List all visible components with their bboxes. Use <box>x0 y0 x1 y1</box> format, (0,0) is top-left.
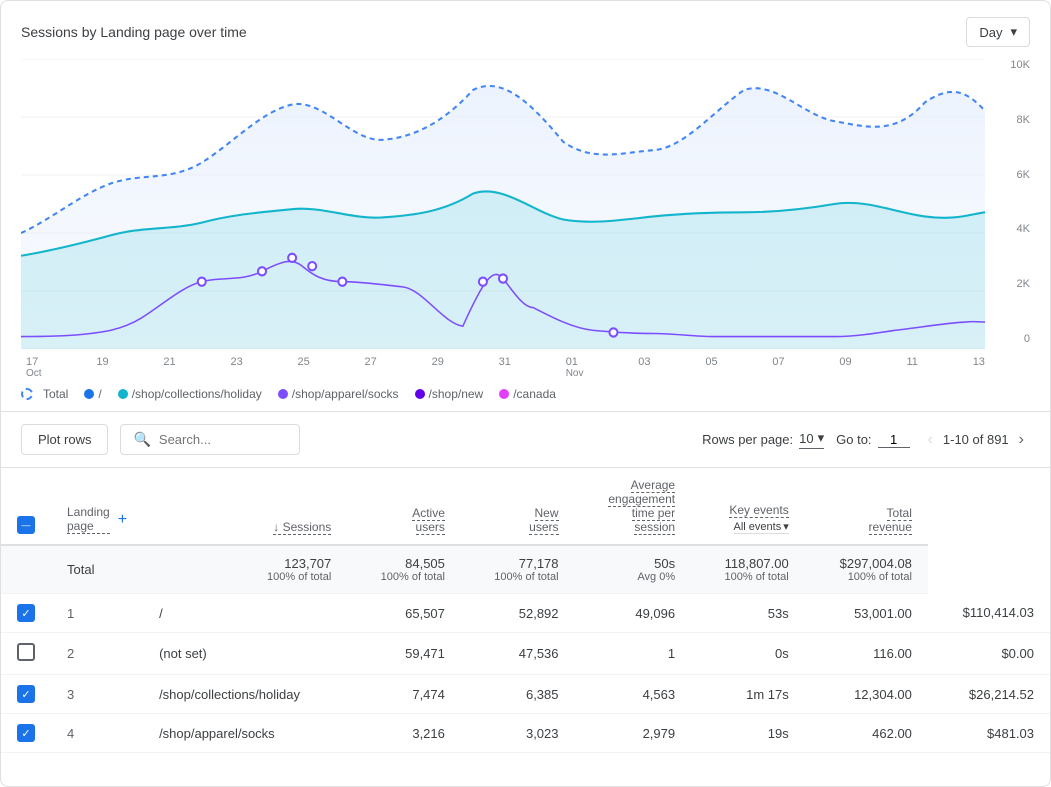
select-all-header[interactable] <box>1 468 51 545</box>
plot-rows-button[interactable]: Plot rows <box>21 424 108 455</box>
col-header-landing-page: Landing page + <box>51 468 143 545</box>
row-key-events: 462.00 <box>805 714 928 753</box>
col-header-new-users[interactable]: Newusers <box>461 468 575 545</box>
total-new-users: 77,178 100% of total <box>461 545 575 594</box>
row-key-events: 12,304.00 <box>805 675 928 714</box>
total-active-users: 84,505 100% of total <box>347 545 461 594</box>
row-total-revenue: $26,214.52 <box>928 675 1050 714</box>
chevron-down-icon: ▾ <box>783 520 789 533</box>
row-total-revenue: $110,414.03 <box>928 594 1050 633</box>
search-box[interactable]: 🔍 <box>120 424 300 455</box>
row-landing-page: /shop/collections/holiday <box>143 675 347 714</box>
row-new-users: 2,979 <box>575 714 692 753</box>
legend-new: /shop/new <box>415 387 484 401</box>
table-row: 2 (not set) 59,471 47,536 1 0s 116.00 $0… <box>1 633 1050 675</box>
row-new-users: 4,563 <box>575 675 692 714</box>
legend-total: Total <box>21 387 68 401</box>
col-header-key-events[interactable]: Key events All events ▾ <box>691 468 805 545</box>
table-row: 1 / 65,507 52,892 49,096 53s 53,001.00 $… <box>1 594 1050 633</box>
legend-canada: /canada <box>499 387 556 401</box>
legend-slash: / <box>84 387 101 401</box>
rows-per-page-select[interactable]: 10 ▾ <box>799 430 824 449</box>
col-header-active-users[interactable]: Activeusers <box>347 468 461 545</box>
row-avg-engagement: 0s <box>691 633 805 675</box>
row-key-events: 116.00 <box>805 633 928 675</box>
row-avg-engagement: 1m 17s <box>691 675 805 714</box>
row-total-revenue: $0.00 <box>928 633 1050 675</box>
table-row: 3 /shop/collections/holiday 7,474 6,385 … <box>1 675 1050 714</box>
page-info: 1-10 of 891 <box>943 432 1009 447</box>
row-new-users: 1 <box>575 633 692 675</box>
row-checkbox[interactable] <box>1 675 51 714</box>
search-icon: 🔍 <box>133 431 150 448</box>
x-axis-labels: 17Oct 19 21 23 25 27 29 31 01Nov 03 05 0… <box>21 356 985 379</box>
row-landing-page: /shop/apparel/socks <box>143 714 347 753</box>
row-avg-engagement: 53s <box>691 594 805 633</box>
total-row: Total 123,707 100% of total 84,505 100% … <box>1 545 1050 594</box>
row-num: 4 <box>51 714 143 753</box>
prev-page-button[interactable]: ‹ <box>922 429 939 451</box>
chart-legend: Total / /shop/collections/holiday /shop/… <box>21 387 1030 401</box>
row-checkbox[interactable] <box>1 714 51 753</box>
pagination-controls: Rows per page: 10 ▾ Go to: ‹ 1-10 of 891… <box>702 429 1030 451</box>
goto-field: Go to: <box>836 432 909 448</box>
total-key-events: 118,807.00 100% of total <box>691 545 805 594</box>
chevron-down-icon: ▾ <box>818 430 825 446</box>
search-input[interactable] <box>159 432 259 447</box>
chart-title: Sessions by Landing page over time <box>21 24 247 40</box>
row-active-users: 47,536 <box>461 633 575 675</box>
table-toolbar: Plot rows 🔍 Rows per page: 10 ▾ Go to: ‹… <box>1 412 1050 468</box>
next-page-button[interactable]: › <box>1013 429 1030 451</box>
table-row: 4 /shop/apparel/socks 3,216 3,023 2,979 … <box>1 714 1050 753</box>
col-header-avg-engagement[interactable]: Averageengagementtime persession <box>575 468 692 545</box>
total-revenue: $297,004.08 100% of total <box>805 545 928 594</box>
timeframe-selector[interactable]: Day ▾ <box>966 17 1030 47</box>
row-total-revenue: $481.03 <box>928 714 1050 753</box>
row-sessions: 3,216 <box>347 714 461 753</box>
add-column-icon[interactable]: + <box>118 511 127 529</box>
row-active-users: 52,892 <box>461 594 575 633</box>
row-landing-page: (not set) <box>143 633 347 675</box>
goto-input[interactable] <box>878 432 910 448</box>
page-nav: ‹ 1-10 of 891 › <box>922 429 1030 451</box>
row-checkbox[interactable] <box>1 633 51 675</box>
row-sessions: 7,474 <box>347 675 461 714</box>
row-active-users: 3,023 <box>461 714 575 753</box>
total-sessions: 123,707 100% of total <box>143 545 347 594</box>
row-new-users: 49,096 <box>575 594 692 633</box>
y-axis-labels: 10K 8K 6K 4K 2K 0 <box>990 59 1030 349</box>
row-sessions: 59,471 <box>347 633 461 675</box>
data-table: Landing page + ↓ Sessions Activeusers Ne… <box>1 468 1050 753</box>
total-avg-engagement: 50s Avg 0% <box>575 545 692 594</box>
row-num: 3 <box>51 675 143 714</box>
col-header-sessions[interactable]: ↓ Sessions <box>143 468 347 545</box>
total-label: Total <box>51 545 143 594</box>
row-landing-page: / <box>143 594 347 633</box>
chart-canvas <box>21 59 985 349</box>
col-header-total-revenue[interactable]: Totalrevenue <box>805 468 928 545</box>
all-events-filter[interactable]: All events ▾ <box>734 520 789 534</box>
row-num: 2 <box>51 633 143 675</box>
row-checkbox[interactable] <box>1 594 51 633</box>
chevron-down-icon: ▾ <box>1010 24 1017 40</box>
total-checkbox-cell <box>1 545 51 594</box>
row-active-users: 6,385 <box>461 675 575 714</box>
rows-per-page: Rows per page: 10 ▾ <box>702 430 824 449</box>
row-key-events: 53,001.00 <box>805 594 928 633</box>
row-avg-engagement: 19s <box>691 714 805 753</box>
legend-holiday: /shop/collections/holiday <box>118 387 262 401</box>
row-sessions: 65,507 <box>347 594 461 633</box>
legend-socks: /shop/apparel/socks <box>278 387 399 401</box>
row-num: 1 <box>51 594 143 633</box>
